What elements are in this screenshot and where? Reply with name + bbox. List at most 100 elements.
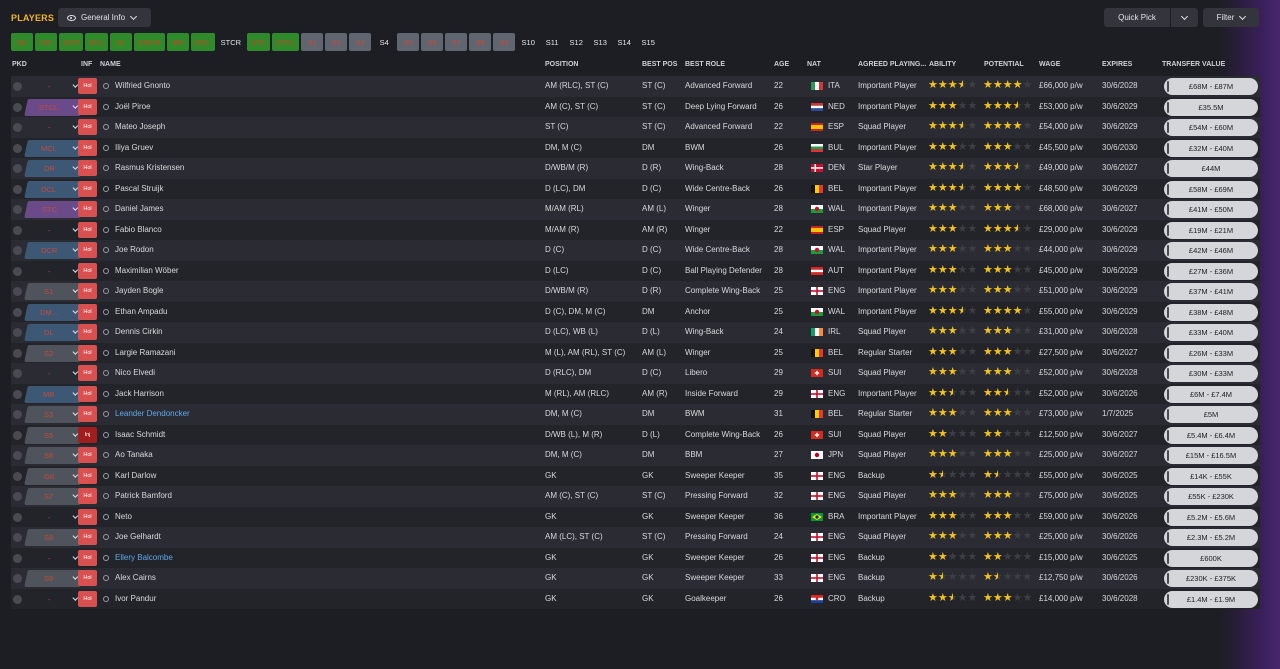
- transfer-value-pill[interactable]: £6M - £7.4M: [1164, 385, 1258, 403]
- player-name-link[interactable]: Rasmus Kristensen: [115, 163, 184, 172]
- picked-position-dropdown[interactable]: -: [24, 222, 84, 239]
- position-button-s8[interactable]: S8: [469, 33, 492, 51]
- picked-position-dropdown[interactable]: DCL: [24, 180, 84, 198]
- info-badge[interactable]: Hol: [78, 488, 97, 504]
- info-badge[interactable]: Hol: [78, 529, 97, 545]
- table-row[interactable]: - Hol Fabio Blanco M/AM (R) AM (R) Winger 22 ES…: [11, 219, 1260, 240]
- table-row[interactable]: S8 Hol Joe Gelhardt AM (LC), ST (C) ST (C) Pr…: [11, 527, 1260, 548]
- info-badge[interactable]: Hol: [78, 590, 97, 607]
- position-button-s11[interactable]: S11: [541, 33, 563, 51]
- select-checkbox[interactable]: [13, 307, 22, 317]
- info-badge[interactable]: Hol: [78, 447, 97, 463]
- select-checkbox[interactable]: [13, 143, 22, 153]
- transfer-value-pill[interactable]: £27M - £36M: [1164, 262, 1258, 280]
- quick-pick-button[interactable]: Quick Pick: [1104, 8, 1170, 27]
- transfer-value-pill[interactable]: £54M - £60M: [1164, 119, 1258, 136]
- position-button-stc[interactable]: STC: [247, 33, 271, 51]
- player-name-link[interactable]: Joe Rodon: [115, 245, 154, 254]
- player-name-link[interactable]: Patrick Bamford: [115, 491, 172, 500]
- transfer-value-pill[interactable]: £1.4M - £1.9M: [1164, 590, 1258, 608]
- player-name-link[interactable]: Ivor Pandur: [115, 594, 156, 603]
- table-row[interactable]: MR Hol Jack Harrison M (RL), AM (RLC) AM (R)…: [11, 383, 1260, 404]
- position-button-s7[interactable]: S7: [445, 33, 468, 51]
- select-checkbox[interactable]: [13, 348, 22, 358]
- select-checkbox[interactable]: [13, 225, 22, 235]
- column-header-best-role[interactable]: BEST ROLE: [685, 61, 725, 68]
- player-name-link[interactable]: Pascal Struijk: [115, 184, 163, 193]
- select-checkbox[interactable]: [13, 574, 22, 583]
- picked-position-dropdown[interactable]: S8: [24, 529, 84, 546]
- transfer-value-pill[interactable]: £42M - £46M: [1164, 242, 1258, 259]
- transfer-value-pill[interactable]: £15M - £16.5M: [1164, 447, 1258, 464]
- position-button-s13[interactable]: S13: [589, 33, 611, 51]
- position-button-s9[interactable]: S9: [493, 33, 516, 51]
- quick-pick-dropdown-button[interactable]: [1171, 8, 1198, 27]
- player-name-link[interactable]: Joe Gelhardt: [115, 532, 161, 541]
- select-checkbox[interactable]: [13, 287, 22, 296]
- table-row[interactable]: STC Hol Daniel James M/AM (RL) AM (L) Winger 2…: [11, 199, 1260, 220]
- picked-position-dropdown[interactable]: -: [24, 591, 84, 608]
- transfer-value-pill[interactable]: £5M: [1164, 406, 1258, 423]
- picked-position-dropdown[interactable]: S7: [24, 488, 84, 505]
- transfer-value-pill[interactable]: £58M - £69M: [1164, 180, 1258, 198]
- player-name-link[interactable]: Alex Cairns: [115, 573, 156, 582]
- info-badge[interactable]: Hol: [78, 344, 97, 361]
- table-row[interactable]: S5 Inj Isaac Schmidt D/WB (L), M (R) D (L) Co…: [11, 424, 1260, 445]
- column-header-transfer-value[interactable]: TRANSFER VALUE: [1162, 61, 1225, 68]
- position-button-s6[interactable]: S6: [421, 33, 444, 51]
- position-button-stcr[interactable]: STCR: [217, 33, 245, 51]
- column-header-name[interactable]: NAME: [100, 61, 121, 68]
- picked-position-dropdown[interactable]: S9: [24, 570, 84, 587]
- table-row[interactable]: S2 Hol Largie Ramazani M (L), AM (RL), ST (…: [11, 342, 1260, 363]
- info-badge[interactable]: Hol: [78, 283, 97, 299]
- table-row[interactable]: GK Hol Karl Darlow GK GK Sweeper Keeper 35 ENG B…: [11, 465, 1260, 486]
- select-checkbox[interactable]: [13, 410, 22, 419]
- table-row[interactable]: S7 Hol Patrick Bamford AM (C), ST (C) ST (C)…: [11, 486, 1260, 507]
- select-checkbox[interactable]: [13, 246, 22, 255]
- player-name-link[interactable]: Largie Ramazani: [115, 348, 175, 357]
- info-badge[interactable]: Hol: [78, 324, 97, 340]
- picked-position-dropdown[interactable]: MCL: [24, 139, 84, 157]
- table-row[interactable]: - Hol Nico Elvedi D (RLC), DM D (C) Libero 29 S…: [11, 363, 1260, 384]
- picked-position-dropdown[interactable]: STCL: [24, 98, 84, 116]
- player-name-link[interactable]: Wilfried Gnonto: [115, 81, 170, 90]
- picked-position-dropdown[interactable]: -: [24, 509, 84, 526]
- info-badge[interactable]: Hol: [78, 201, 97, 217]
- table-row[interactable]: DCR Hol Joe Rodon D (C) D (C) Wide Centre-Bac…: [11, 240, 1260, 261]
- transfer-value-pill[interactable]: £5.2M - £5.6M: [1164, 508, 1258, 526]
- table-row[interactable]: - Hol Ellery Balcombe GK GK Sweeper Keeper 26 E…: [11, 547, 1260, 568]
- transfer-value-pill[interactable]: £2.3M - £5.2M: [1164, 529, 1258, 546]
- transfer-value-pill[interactable]: £30M - £33M: [1164, 365, 1258, 382]
- info-badge[interactable]: Hol: [78, 180, 97, 197]
- picked-position-dropdown[interactable]: S6: [24, 447, 84, 464]
- select-checkbox[interactable]: [13, 533, 22, 542]
- info-badge[interactable]: Hol: [78, 549, 97, 566]
- select-checkbox[interactable]: [13, 123, 22, 132]
- transfer-value-pill[interactable]: £68M - £87M: [1164, 78, 1258, 95]
- transfer-value-pill[interactable]: £5.4M - £6.4M: [1164, 426, 1258, 444]
- table-row[interactable]: MCL Hol Iliya Gruev DM, M (C) DM BWM 26 BUL Impo…: [11, 137, 1260, 158]
- transfer-value-pill[interactable]: £600K: [1164, 549, 1258, 567]
- select-checkbox[interactable]: [13, 471, 22, 481]
- table-row[interactable]: DR Hol Rasmus Kristensen D/WB/M (R) D (R) Win…: [11, 158, 1260, 179]
- select-checkbox[interactable]: [13, 184, 22, 194]
- column-header-best-pos[interactable]: BEST POS: [642, 61, 677, 68]
- column-header-position[interactable]: POSITION: [545, 61, 578, 68]
- select-checkbox[interactable]: [13, 82, 22, 91]
- picked-position-dropdown[interactable]: S2: [24, 344, 84, 362]
- transfer-value-pill[interactable]: £230K - £375K: [1164, 570, 1258, 587]
- select-checkbox[interactable]: [13, 430, 22, 440]
- select-checkbox[interactable]: [13, 553, 22, 563]
- picked-position-dropdown[interactable]: STC: [24, 201, 84, 218]
- position-button-mr[interactable]: MR: [166, 33, 189, 51]
- player-name-link[interactable]: Ellery Balcombe: [115, 553, 173, 562]
- table-row[interactable]: DL Hol Dennis Cirkin D (LC), WB (L) D (L) Win…: [11, 322, 1260, 343]
- column-header-nat[interactable]: NAT: [807, 61, 821, 68]
- picked-position-dropdown[interactable]: S3: [24, 406, 84, 423]
- position-button-mcl[interactable]: MCL: [190, 33, 215, 51]
- picked-position-dropdown[interactable]: -: [24, 263, 84, 280]
- position-button-s3[interactable]: S3: [349, 33, 372, 51]
- table-row[interactable]: S9 Hol Alex Cairns GK GK Sweeper Keeper 33 ENG B…: [11, 568, 1260, 589]
- transfer-value-pill[interactable]: £32M - £40M: [1164, 139, 1258, 157]
- table-row[interactable]: - Hol Ivor Pandur GK GK Goalkeeper 26 CRO Backup…: [11, 588, 1260, 609]
